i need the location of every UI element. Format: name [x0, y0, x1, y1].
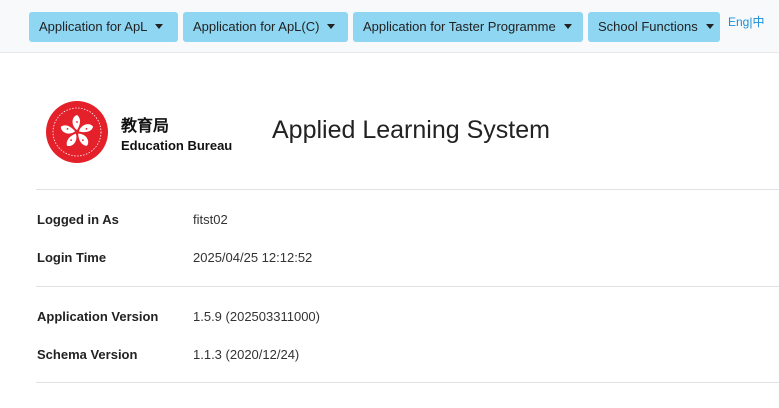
- org-name-english: Education Bureau: [121, 138, 233, 153]
- schema-version-value: 1.1.3 (2020/12/24): [193, 347, 300, 362]
- menu-label: Application for ApL: [39, 19, 148, 34]
- menu-label: School Functions: [598, 19, 698, 34]
- menu-application-for-aplc[interactable]: Application for ApL(C): [183, 12, 348, 42]
- login-time-value: 2025/04/25 12:12:52: [193, 250, 313, 265]
- page-title: Applied Learning System: [272, 116, 550, 144]
- top-navbar: Application for ApL Application for ApL(…: [0, 0, 779, 53]
- divider: [36, 189, 779, 190]
- schema-version-label: Schema Version: [37, 347, 138, 362]
- menu-label: Application for Taster Programme: [363, 19, 556, 34]
- org-name-chinese: 教育局: [121, 116, 170, 135]
- caret-down-icon: [155, 24, 164, 30]
- menu-label: Application for ApL(C): [193, 19, 320, 34]
- language-chinese-link[interactable]: 中: [752, 15, 764, 29]
- divider: [36, 382, 779, 383]
- caret-down-icon: [563, 24, 572, 30]
- login-time-label: Login Time: [37, 250, 107, 265]
- caret-down-icon: [327, 24, 336, 30]
- language-switcher: Eng|中: [728, 13, 765, 30]
- logged-in-as-value: fitst02: [193, 212, 228, 227]
- menu-application-for-taster-programme[interactable]: Application for Taster Programme: [353, 12, 583, 42]
- language-english-link[interactable]: Eng: [728, 15, 749, 29]
- application-version-label: Application Version: [37, 309, 159, 324]
- divider: [36, 286, 779, 287]
- page: Application for ApL Application for ApL(…: [0, 0, 779, 408]
- caret-down-icon: [705, 24, 714, 30]
- hksar-emblem-logo: [46, 101, 108, 163]
- menu-application-for-apl[interactable]: Application for ApL: [29, 12, 178, 42]
- menu-school-functions[interactable]: School Functions: [588, 12, 720, 42]
- logged-in-as-label: Logged in As: [37, 212, 119, 227]
- application-version-value: 1.5.9 (202503311000): [193, 309, 320, 324]
